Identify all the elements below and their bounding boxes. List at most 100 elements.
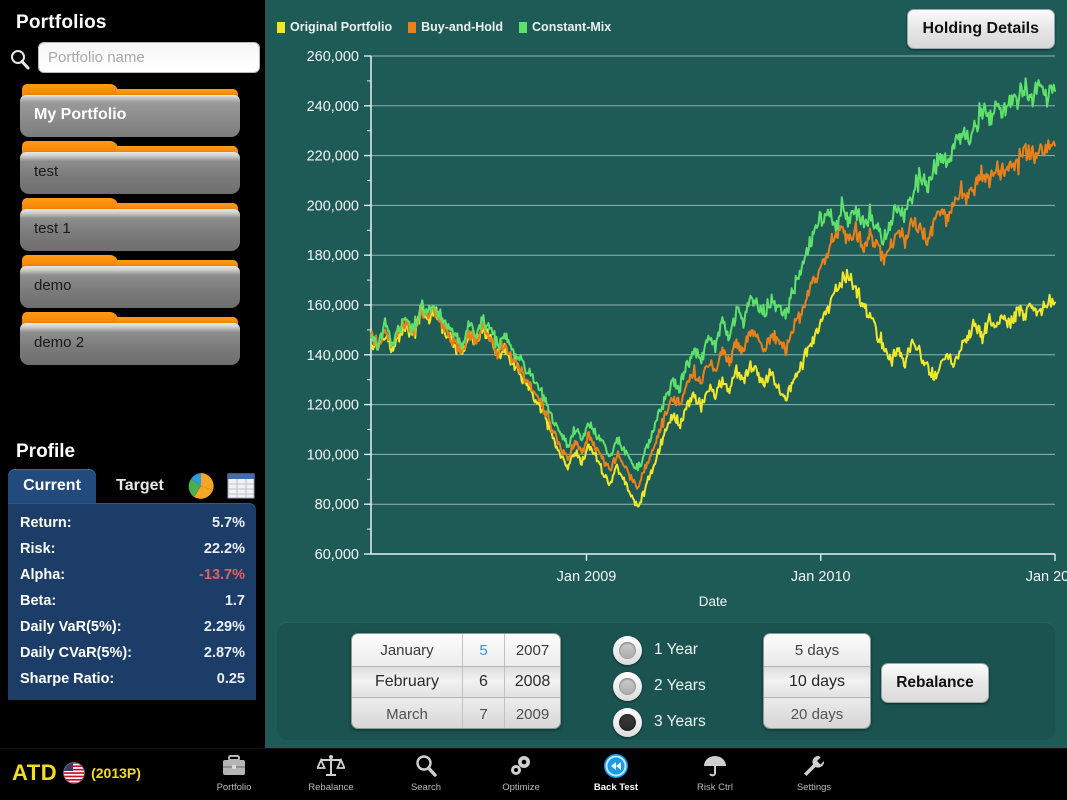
nav-item-risk-ctrl[interactable]: Risk Ctrl (667, 753, 763, 799)
y-tick-label: 240,000 (307, 99, 359, 115)
nav-item-search[interactable]: Search (378, 753, 474, 799)
metric-label: Return: (20, 515, 72, 531)
y-tick-label: 220,000 (307, 149, 359, 165)
portfolio-name: demo (34, 277, 72, 294)
year-cell[interactable]: 2008 (504, 667, 560, 697)
date-picker-row[interactable]: January 5 2007 (352, 634, 560, 666)
metric-row: Sharpe Ratio: 0.25 (8, 666, 256, 692)
horizon-option[interactable]: 3 Years (613, 704, 706, 740)
nav-item-portfolio[interactable]: Portfolio (186, 753, 282, 799)
metric-value: 5.7% (211, 515, 245, 531)
metric-row: Alpha: -13.7% (8, 562, 256, 588)
metric-row: Daily VaR(5%): 2.29% (8, 614, 256, 640)
profile-title: Profile (16, 441, 76, 462)
year-cell[interactable]: 2007 (504, 634, 560, 666)
legend-swatch (408, 21, 417, 33)
horizon-label: 1 Year (654, 641, 698, 658)
y-tick-label: 200,000 (307, 198, 359, 214)
briefcase-icon (221, 753, 247, 779)
legend-swatch (277, 21, 285, 33)
date-picker-row[interactable]: March 7 2009 (352, 698, 560, 728)
radio-dot (619, 713, 636, 731)
day-cell[interactable]: 5 (462, 634, 504, 666)
nav-label: Rebalance (308, 782, 354, 793)
nav-item-back-test[interactable]: Back Test (568, 753, 664, 799)
gears-icon (508, 753, 534, 779)
portfolio-list: My Portfolio test test 1 demo demo 2 (0, 82, 265, 367)
pie-chart-icon[interactable] (186, 471, 216, 501)
start-date-picker[interactable]: January 5 2007 February 6 2008 March 7 2009 (351, 633, 561, 729)
tab-target[interactable]: Target (100, 469, 180, 503)
table-grid-icon[interactable] (226, 471, 256, 501)
backtest-chart: 60,000 80,000 100,000 120,000 140,000 160,000… (265, 42, 1067, 617)
day-cell[interactable]: 7 (462, 698, 504, 728)
portfolio-item[interactable]: demo 2 (20, 310, 240, 367)
x-tick-label: Jan 2011 (1026, 569, 1067, 585)
radio-dot (619, 641, 636, 659)
portfolio-item[interactable]: demo (20, 253, 240, 310)
series-line (370, 139, 1056, 490)
rebalance-button[interactable]: Rebalance (881, 663, 989, 703)
brand: ATD (2013P) (12, 760, 141, 786)
y-tick-label: 260,000 (307, 49, 359, 65)
search-icon (8, 48, 32, 72)
chart-panel: Original Portfolio Buy-and-Hold Constant-M… (265, 0, 1067, 748)
y-tick-label: 140,000 (307, 348, 359, 364)
portfolio-search-row (8, 42, 260, 78)
frequency-row[interactable]: 10 days (764, 666, 870, 698)
nav-label: Portfolio (216, 782, 252, 793)
horizon-option[interactable]: 1 Year (613, 632, 706, 668)
profile-panel: Profile Current Target Return: 5.7% Risk… (0, 437, 265, 700)
portfolio-item[interactable]: test (20, 139, 240, 196)
frequency-row[interactable]: 20 days (764, 698, 870, 728)
nav-item-optimize[interactable]: Optimize (473, 753, 569, 799)
frequency-row[interactable]: 5 days (764, 634, 870, 666)
radio-button[interactable] (613, 707, 642, 737)
nav-item-settings[interactable]: Settings (766, 753, 862, 799)
nav-label: Search (410, 782, 442, 793)
y-tick-label: 120,000 (307, 398, 359, 414)
horizon-option[interactable]: 2 Years (613, 668, 706, 704)
profile-tabs: Current Target (8, 469, 265, 503)
horizon-radio-group: 1 Year 2 Years 3 Years (613, 632, 706, 740)
y-tick-label: 80,000 (315, 497, 359, 513)
legend-label: Buy-and-Hold (421, 20, 504, 34)
metric-label: Sharpe Ratio: (20, 671, 115, 687)
y-tick-label: 60,000 (315, 547, 359, 563)
umbrella-icon (702, 753, 728, 779)
month-cell[interactable]: March (352, 698, 462, 728)
radio-button[interactable] (613, 671, 642, 701)
brand-name: ATD (12, 760, 58, 785)
day-cell[interactable]: 6 (462, 667, 504, 697)
date-picker-row[interactable]: February 6 2008 (352, 666, 560, 698)
legend-item: Original Portfolio (277, 20, 392, 34)
tab-current[interactable]: Current (8, 469, 96, 503)
rebalance-frequency-picker[interactable]: 5 days 10 days 20 days (763, 633, 871, 729)
month-cell[interactable]: January (352, 634, 462, 666)
legend-item: Constant-Mix (519, 20, 611, 34)
metric-value: 0.25 (216, 671, 245, 687)
portfolio-item[interactable]: test 1 (20, 196, 240, 253)
metric-value: 22.2% (203, 541, 245, 557)
portfolio-item[interactable]: My Portfolio (20, 82, 240, 139)
nav-item-rebalance[interactable]: Rebalance (283, 753, 379, 799)
portfolio-name: test 1 (34, 220, 71, 237)
nav-label: Optimize (502, 782, 540, 793)
chart-svg: 60,000 80,000 100,000 120,000 140,000 160,000… (307, 49, 1067, 609)
metric-label: Alpha: (20, 567, 66, 583)
metric-label: Daily VaR(5%): (20, 619, 122, 635)
radio-button[interactable] (613, 635, 642, 665)
search-input[interactable] (38, 42, 260, 73)
month-cell[interactable]: February (352, 667, 462, 697)
year-cell[interactable]: 2009 (504, 698, 560, 728)
horizon-label: 2 Years (654, 677, 706, 694)
portfolios-title: Portfolios (16, 12, 107, 33)
nav-label: Risk Ctrl (697, 782, 733, 793)
y-tick-label: 180,000 (307, 248, 359, 264)
portfolio-name: test (34, 163, 59, 180)
legend-swatch (519, 21, 528, 33)
magnifier-icon (414, 753, 438, 779)
metric-row: Risk: 22.2% (8, 536, 256, 562)
metric-value: 2.29% (203, 619, 245, 635)
metric-value: -13.7% (199, 567, 245, 583)
